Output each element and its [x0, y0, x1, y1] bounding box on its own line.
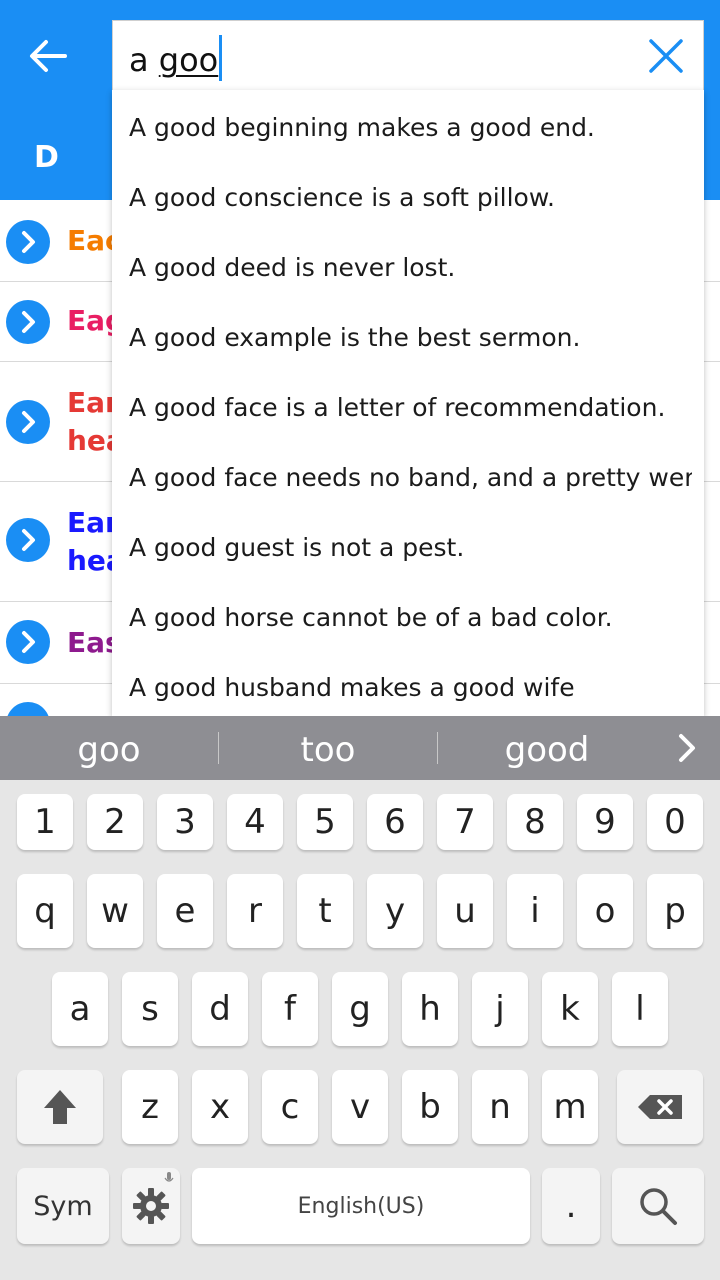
key-f[interactable]: f [262, 972, 318, 1046]
key-8[interactable]: 8 [507, 794, 563, 850]
search-query-prefix: a [129, 41, 159, 79]
close-icon [649, 39, 683, 73]
backspace-key[interactable] [617, 1070, 703, 1144]
key-h[interactable]: h [402, 972, 458, 1046]
key-r[interactable]: r [227, 874, 283, 948]
key-7[interactable]: 7 [437, 794, 493, 850]
clear-button[interactable] [643, 33, 689, 79]
key-v[interactable]: v [332, 1070, 388, 1144]
chevron-right-icon [6, 300, 50, 344]
more-predictions-button[interactable] [672, 730, 702, 766]
suggestion-item[interactable]: A good example is the best sermon. [129, 303, 692, 373]
key-9[interactable]: 9 [577, 794, 633, 850]
key-a[interactable]: a [52, 972, 108, 1046]
key-x[interactable]: x [192, 1070, 248, 1144]
space-key[interactable]: English(US) [192, 1168, 530, 1244]
microphone-icon [164, 1172, 174, 1182]
key-k[interactable]: k [542, 972, 598, 1046]
prediction-word[interactable]: goo [0, 716, 218, 780]
back-button[interactable] [18, 22, 78, 90]
suggestion-dropdown: A good beginning makes a good end. A goo… [112, 90, 704, 716]
backspace-icon [638, 1095, 682, 1119]
search-box[interactable]: a goo [112, 20, 704, 90]
key-0[interactable]: 0 [647, 794, 703, 850]
gear-icon [133, 1188, 169, 1224]
chevron-right-icon [6, 702, 50, 716]
key-2[interactable]: 2 [87, 794, 143, 850]
search-key[interactable] [612, 1168, 704, 1244]
key-3[interactable]: 3 [157, 794, 213, 850]
key-o[interactable]: o [577, 874, 633, 948]
shift-arrow-icon [44, 1090, 76, 1124]
chevron-right-icon [6, 220, 50, 264]
prediction-word[interactable]: good [438, 716, 656, 780]
shift-key[interactable] [17, 1070, 103, 1144]
settings-key[interactable] [122, 1168, 180, 1244]
suggestion-item[interactable]: A good horse cannot be of a bad color. [129, 583, 692, 653]
key-n[interactable]: n [472, 1070, 528, 1144]
suggestion-item[interactable]: A good conscience is a soft pillow. [129, 163, 692, 233]
key-u[interactable]: u [437, 874, 493, 948]
key-e[interactable]: e [157, 874, 213, 948]
tab-d[interactable]: D [34, 140, 59, 175]
arrow-left-icon [30, 40, 67, 72]
key-m[interactable]: m [542, 1070, 598, 1144]
key-i[interactable]: i [507, 874, 563, 948]
suggestion-item[interactable]: A good guest is not a pest. [129, 513, 692, 583]
text-cursor [219, 35, 223, 81]
key-1[interactable]: 1 [17, 794, 73, 850]
chevron-right-icon [6, 518, 50, 562]
key-j[interactable]: j [472, 972, 528, 1046]
sym-key[interactable]: Sym [17, 1168, 109, 1244]
key-w[interactable]: w [87, 874, 143, 948]
key-q[interactable]: q [17, 874, 73, 948]
suggestion-item[interactable]: A good face is a letter of recommendatio… [129, 373, 692, 443]
chevron-right-icon [679, 734, 695, 762]
key-l[interactable]: l [612, 972, 668, 1046]
key-g[interactable]: g [332, 972, 388, 1046]
search-icon [640, 1188, 677, 1225]
suggestion-item[interactable]: A good deed is never lost. [129, 233, 692, 303]
search-input[interactable]: a goo [129, 35, 223, 81]
key-z[interactable]: z [122, 1070, 178, 1144]
key-d[interactable]: d [192, 972, 248, 1046]
key-s[interactable]: s [122, 972, 178, 1046]
chevron-right-icon [6, 620, 50, 664]
period-key[interactable]: . [542, 1168, 600, 1244]
suggestion-item[interactable]: A good husband makes a good wife [129, 653, 692, 716]
key-y[interactable]: y [367, 874, 423, 948]
key-4[interactable]: 4 [227, 794, 283, 850]
search-query-word: goo [158, 41, 219, 79]
suggestion-item[interactable]: A good face needs no band, and a pretty … [129, 443, 692, 513]
key-b[interactable]: b [402, 1070, 458, 1144]
prediction-bar: goo too good [0, 716, 720, 780]
key-5[interactable]: 5 [297, 794, 353, 850]
key-6[interactable]: 6 [367, 794, 423, 850]
prediction-word[interactable]: too [219, 716, 437, 780]
key-c[interactable]: c [262, 1070, 318, 1144]
chevron-right-icon [6, 400, 50, 444]
suggestion-item[interactable]: A good beginning makes a good end. [129, 93, 692, 163]
key-t[interactable]: t [297, 874, 353, 948]
soft-keyboard: goo too good 1 2 3 4 5 6 7 8 9 0 q w e r… [0, 716, 720, 1280]
key-p[interactable]: p [647, 874, 703, 948]
